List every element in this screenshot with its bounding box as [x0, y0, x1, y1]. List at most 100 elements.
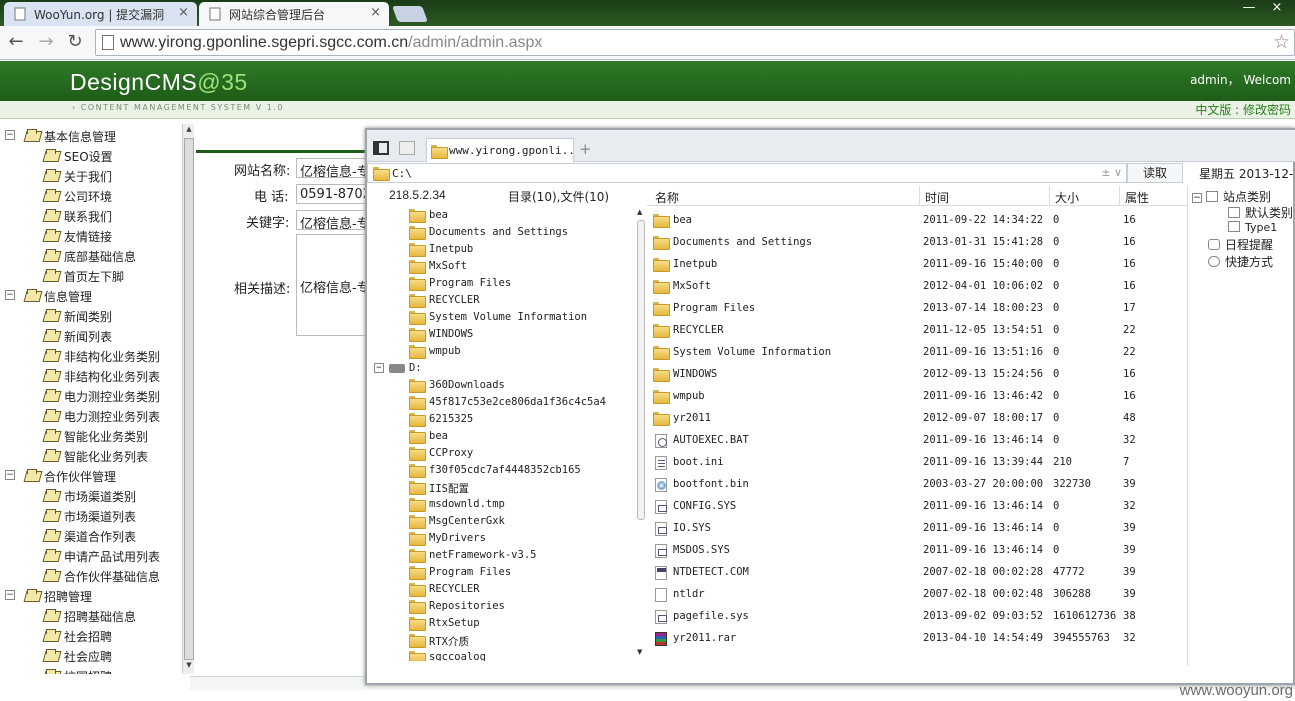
reload-icon[interactable]: ↻ [64, 31, 86, 53]
folder-icon [409, 209, 426, 223]
address-bar[interactable]: www.yirong.gponline.sgepri.sgcc.com.cn/a… [95, 29, 1295, 56]
tree-label: Program Files [429, 566, 512, 578]
file-row[interactable]: yr2011.rar 2013-04-10 14:54:49 394555763 32 [647, 628, 1187, 650]
bookmark-star-icon[interactable]: ☆ [1273, 31, 1290, 53]
keywords-input[interactable]: 亿榕信息-专 [296, 210, 366, 230]
column-size[interactable]: 大小 [1055, 189, 1079, 206]
browser-tab-wooyun[interactable]: WooYun.org | 提交漏洞 × [4, 2, 197, 26]
folder-icon [409, 549, 426, 563]
phone-input[interactable]: 0591-87028 [296, 184, 366, 204]
browser-tab-title: 网站综合管理后台 [229, 8, 326, 22]
file-row[interactable]: Inetpub 2011-09-16 15:40:00 0 16 [647, 254, 1187, 276]
file-row[interactable]: wmpub 2011-09-16 13:46:42 0 16 [647, 386, 1187, 408]
collapse-icon[interactable]: − [5, 290, 15, 300]
folder-open-icon [24, 589, 40, 601]
file-row[interactable]: CONFIG.SYS 2011-09-16 13:46:14 0 32 [647, 496, 1187, 518]
folder-icon [409, 464, 426, 478]
schedule-node[interactable]: 日程提醒 [1208, 236, 1273, 253]
folder-icon [43, 209, 59, 221]
file-row[interactable]: bootfont.bin 2003-03-27 20:00:00 322730 39 [647, 474, 1187, 496]
file-row[interactable]: WINDOWS 2012-09-13 15:24:56 0 16 [647, 364, 1187, 386]
file-row[interactable]: RECYCLER 2011-12-05 13:54:51 0 22 [647, 320, 1187, 342]
column-attr[interactable]: 属性 [1125, 189, 1149, 206]
tree-label: wmpub [429, 345, 461, 357]
file-row[interactable]: yr2011 2012-09-07 18:00:17 0 48 [647, 408, 1187, 430]
file-icon [655, 632, 667, 646]
close-tab-icon[interactable]: × [178, 5, 189, 20]
window-icon[interactable] [399, 141, 415, 155]
description-textarea[interactable]: 亿榕信息-专 [296, 234, 366, 336]
file-time: 2013-01-31 15:41:28 [923, 236, 1044, 248]
file-row[interactable]: ntldr 2007-02-18 00:02:48 306288 39 [647, 584, 1187, 606]
column-time[interactable]: 时间 [925, 189, 949, 206]
scrollbar-thumb[interactable] [637, 220, 645, 520]
sidebar-scrollbar[interactable]: ▲ ▼ [182, 124, 194, 674]
tree-scrollbar[interactable]: ▲ ▼ [637, 208, 645, 658]
site-category-node[interactable]: − 站点类别 [1192, 188, 1271, 205]
file-row[interactable]: boot.ini 2011-09-16 13:39:44 210 7 [647, 452, 1187, 474]
window-controls: — × [1235, 0, 1295, 20]
read-button[interactable]: 读取 [1127, 163, 1183, 183]
file-row[interactable]: System Volume Information 2011-09-16 13:5… [647, 342, 1187, 364]
folder-icon [409, 481, 426, 495]
back-icon[interactable]: ← [5, 31, 27, 53]
file-row[interactable]: Documents and Settings 2013-01-31 15:41:2… [647, 232, 1187, 254]
file-row[interactable]: AUTOEXEC.BAT 2011-09-16 13:46:14 0 32 [647, 430, 1187, 452]
new-tab-button[interactable] [392, 6, 428, 22]
file-size: 0 [1053, 368, 1060, 380]
cms-subtitle: › CONTENT MANAGEMENT SYSTEM V 1.0 [72, 103, 284, 112]
scrollbar-thumb[interactable] [184, 138, 194, 660]
scroll-down-icon[interactable]: ▼ [184, 661, 194, 673]
folder-icon [43, 509, 59, 521]
column-divider[interactable] [919, 186, 920, 206]
file-row[interactable]: pagefile.sys 2013-09-02 09:03:52 161061273… [647, 606, 1187, 628]
language-links[interactable]: 中文版 : 修改密码 [1195, 101, 1291, 118]
browser-tab-admin[interactable]: 网站综合管理后台 × [199, 2, 389, 26]
folder-icon [43, 309, 59, 321]
folder-icon [43, 249, 59, 261]
collapse-icon[interactable]: − [5, 470, 15, 480]
type1-node[interactable]: Type1 [1228, 221, 1277, 234]
scroll-down-icon[interactable]: ▼ [637, 648, 642, 656]
folder-icon [43, 649, 59, 661]
column-name[interactable]: 名称 [655, 189, 679, 206]
shortcut-node[interactable]: 快捷方式 [1208, 253, 1273, 270]
path-dropdown-icon[interactable]: ± ∨ [1101, 166, 1122, 179]
file-row[interactable]: NTDETECT.COM 2007-02-18 00:02:28 47772 39 [647, 562, 1187, 584]
file-icon [655, 478, 667, 492]
collapse-icon[interactable]: − [374, 363, 384, 373]
close-tab-icon[interactable]: × [370, 5, 381, 20]
column-divider[interactable] [1119, 186, 1120, 206]
file-name: WINDOWS [673, 368, 718, 380]
date-text: 星期五 2013-12-13 [1199, 167, 1295, 181]
file-icon [655, 522, 667, 536]
collapse-icon[interactable]: − [1192, 193, 1202, 203]
default-category-node[interactable]: 默认类别 [1228, 204, 1293, 221]
scroll-up-icon[interactable]: ▲ [637, 208, 642, 216]
site-name-input[interactable]: 亿榕信息-专 [296, 158, 366, 178]
scroll-up-icon[interactable]: ▲ [184, 125, 194, 137]
add-tab-icon[interactable]: + [579, 140, 592, 158]
file-time: 2011-09-16 13:46:14 [923, 544, 1044, 556]
fm-tab[interactable]: www.yirong.gponli... [426, 138, 574, 162]
folder-icon [409, 413, 426, 427]
file-row[interactable]: MxSoft 2012-04-01 10:06:02 0 16 [647, 276, 1187, 298]
panel-toggle-icon[interactable] [373, 141, 389, 155]
collapse-icon[interactable]: − [5, 590, 15, 600]
file-row[interactable]: MSDOS.SYS 2011-09-16 13:46:14 0 39 [647, 540, 1187, 562]
schedule-label: 日程提醒 [1225, 238, 1274, 252]
path-input[interactable]: C:\ ± ∨ [367, 163, 1127, 183]
folder-icon [43, 609, 59, 621]
close-window-icon[interactable]: × [1263, 0, 1291, 15]
file-row[interactable]: bea 2011-09-22 14:34:22 0 16 [647, 210, 1187, 232]
file-manager-window: www.yirong.gponli... + C:\ ± ∨ 读取 星期五 20… [365, 128, 1295, 685]
column-divider[interactable] [1049, 186, 1050, 206]
folder-icon [409, 651, 426, 661]
file-row[interactable]: IO.SYS 2011-09-16 13:46:14 0 39 [647, 518, 1187, 540]
minimize-icon[interactable]: — [1235, 0, 1263, 15]
collapse-icon[interactable]: − [5, 130, 15, 140]
file-row[interactable]: Program Files 2013-07-14 18:00:23 0 17 [647, 298, 1187, 320]
forward-icon[interactable]: → [35, 31, 57, 53]
folder-icon [653, 214, 670, 228]
file-size: 0 [1053, 500, 1060, 512]
